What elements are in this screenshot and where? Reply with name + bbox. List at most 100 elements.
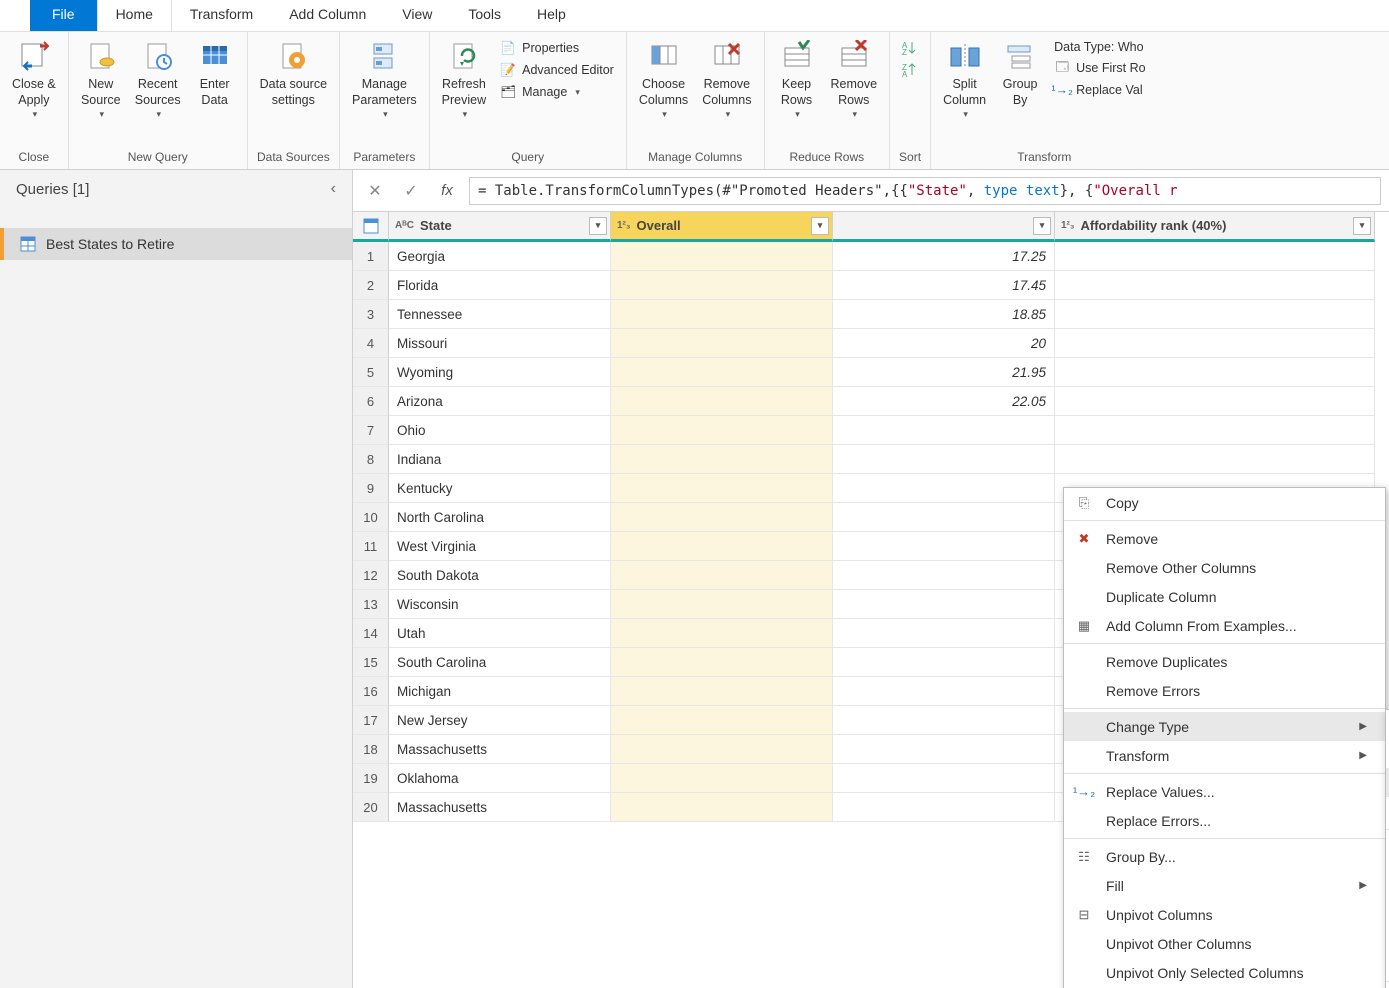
cell-value[interactable]	[833, 677, 1055, 706]
cell-affordability[interactable]	[1055, 358, 1375, 387]
cell-value[interactable]	[833, 416, 1055, 445]
replace-values-button[interactable]: ¹→₂Replace Val	[1048, 80, 1151, 100]
cell-overall[interactable]	[611, 329, 833, 358]
cell-value[interactable]: 21.95	[833, 358, 1055, 387]
cell-value[interactable]	[833, 590, 1055, 619]
manage-query-button[interactable]: 🗂Manage	[494, 82, 620, 102]
cell-state[interactable]: Massachusetts	[389, 735, 611, 764]
row-number[interactable]: 5	[353, 358, 389, 387]
cell-overall[interactable]	[611, 445, 833, 474]
cell-state[interactable]: New Jersey	[389, 706, 611, 735]
cell-state[interactable]: Tennessee	[389, 300, 611, 329]
cell-overall[interactable]	[611, 590, 833, 619]
new-source-button[interactable]: New Source	[75, 36, 127, 122]
column-filter-button[interactable]: ▾	[1353, 217, 1371, 235]
cell-state[interactable]: Wisconsin	[389, 590, 611, 619]
tab-tools[interactable]: Tools	[450, 0, 519, 31]
row-number[interactable]: 2	[353, 271, 389, 300]
column-filter-button[interactable]: ▾	[1033, 217, 1051, 235]
cell-overall[interactable]	[611, 793, 833, 822]
data-source-settings-button[interactable]: Data source settings	[254, 36, 333, 111]
choose-columns-button[interactable]: Choose Columns	[633, 36, 694, 122]
column-filter-button[interactable]: ▾	[589, 217, 607, 235]
ctx-group-by[interactable]: ☷Group By...	[1064, 842, 1385, 871]
row-number[interactable]: 15	[353, 648, 389, 677]
cell-state[interactable]: West Virginia	[389, 532, 611, 561]
row-number[interactable]: 12	[353, 561, 389, 590]
cell-state[interactable]: Massachusetts	[389, 793, 611, 822]
row-number[interactable]: 11	[353, 532, 389, 561]
tab-help[interactable]: Help	[519, 0, 584, 31]
row-number[interactable]: 1	[353, 242, 389, 271]
type-icon[interactable]: AᴮC	[395, 220, 414, 231]
tab-add-column[interactable]: Add Column	[271, 0, 384, 31]
column-header-overall[interactable]: 1²₃Overall▾	[611, 212, 833, 242]
manage-parameters-button[interactable]: Manage Parameters	[346, 36, 423, 122]
cell-value[interactable]	[833, 561, 1055, 590]
query-item[interactable]: Best States to Retire	[0, 228, 352, 260]
cell-value[interactable]	[833, 503, 1055, 532]
remove-columns-button[interactable]: Remove Columns	[696, 36, 757, 122]
cell-affordability[interactable]	[1055, 242, 1375, 271]
cell-overall[interactable]	[611, 532, 833, 561]
tab-transform[interactable]: Transform	[172, 0, 271, 31]
cell-affordability[interactable]	[1055, 416, 1375, 445]
cell-overall[interactable]	[611, 242, 833, 271]
row-number[interactable]: 13	[353, 590, 389, 619]
ctx-fill[interactable]: Fill▶	[1064, 871, 1385, 900]
cell-state[interactable]: Arizona	[389, 387, 611, 416]
row-number[interactable]: 17	[353, 706, 389, 735]
cell-value[interactable]	[833, 619, 1055, 648]
row-number[interactable]: 8	[353, 445, 389, 474]
grid-corner[interactable]	[353, 212, 389, 242]
cancel-formula-button[interactable]: ✕	[361, 177, 389, 205]
ctx-remove-other[interactable]: Remove Other Columns	[1064, 553, 1385, 582]
cell-state[interactable]: Wyoming	[389, 358, 611, 387]
cell-value[interactable]: 17.25	[833, 242, 1055, 271]
type-icon[interactable]: 1²₃	[1061, 220, 1075, 231]
cell-state[interactable]: Ohio	[389, 416, 611, 445]
cell-overall[interactable]	[611, 764, 833, 793]
cell-state[interactable]: Indiana	[389, 445, 611, 474]
enter-data-button[interactable]: Enter Data	[189, 36, 241, 111]
column-filter-button[interactable]: ▾	[811, 217, 829, 235]
recent-sources-button[interactable]: Recent Sources	[129, 36, 187, 122]
ctx-replace-errors[interactable]: Replace Errors...	[1064, 806, 1385, 835]
cell-overall[interactable]	[611, 706, 833, 735]
row-number[interactable]: 19	[353, 764, 389, 793]
row-number[interactable]: 14	[353, 619, 389, 648]
ctx-transform[interactable]: Transform▶	[1064, 741, 1385, 770]
ctx-add-from-examples[interactable]: ▦Add Column From Examples...	[1064, 611, 1385, 640]
cell-value[interactable]	[833, 735, 1055, 764]
cell-affordability[interactable]	[1055, 387, 1375, 416]
column-header-state[interactable]: AᴮCState▾	[389, 212, 611, 242]
cell-value[interactable]: 22.05	[833, 387, 1055, 416]
cell-value[interactable]	[833, 532, 1055, 561]
formula-input[interactable]: = Table.TransformColumnTypes(#"Promoted …	[469, 177, 1381, 205]
row-number[interactable]: 9	[353, 474, 389, 503]
tab-home[interactable]: Home	[97, 0, 172, 31]
ctx-remove[interactable]: ✖Remove	[1064, 524, 1385, 553]
ctx-remove-errors[interactable]: Remove Errors	[1064, 676, 1385, 705]
cell-value[interactable]: 18.85	[833, 300, 1055, 329]
ctx-unpivot-selected[interactable]: Unpivot Only Selected Columns	[1064, 958, 1385, 987]
split-column-button[interactable]: Split Column	[937, 36, 992, 122]
sort-desc-button[interactable]: ZA	[896, 60, 924, 80]
tab-file[interactable]: File	[30, 0, 97, 31]
row-number[interactable]: 6	[353, 387, 389, 416]
properties-button[interactable]: 📄Properties	[494, 38, 620, 58]
cell-value[interactable]	[833, 706, 1055, 735]
close-apply-button[interactable]: Close & Apply	[6, 36, 62, 122]
cell-value[interactable]	[833, 648, 1055, 677]
row-number[interactable]: 3	[353, 300, 389, 329]
row-number[interactable]: 16	[353, 677, 389, 706]
row-number[interactable]: 10	[353, 503, 389, 532]
cell-overall[interactable]	[611, 474, 833, 503]
cell-overall[interactable]	[611, 677, 833, 706]
sort-asc-button[interactable]: AZ	[896, 38, 924, 58]
cell-overall[interactable]	[611, 561, 833, 590]
advanced-editor-button[interactable]: 📝Advanced Editor	[494, 60, 620, 80]
column-header-hidden[interactable]: ▾	[833, 212, 1055, 242]
cell-overall[interactable]	[611, 735, 833, 764]
cell-overall[interactable]	[611, 300, 833, 329]
